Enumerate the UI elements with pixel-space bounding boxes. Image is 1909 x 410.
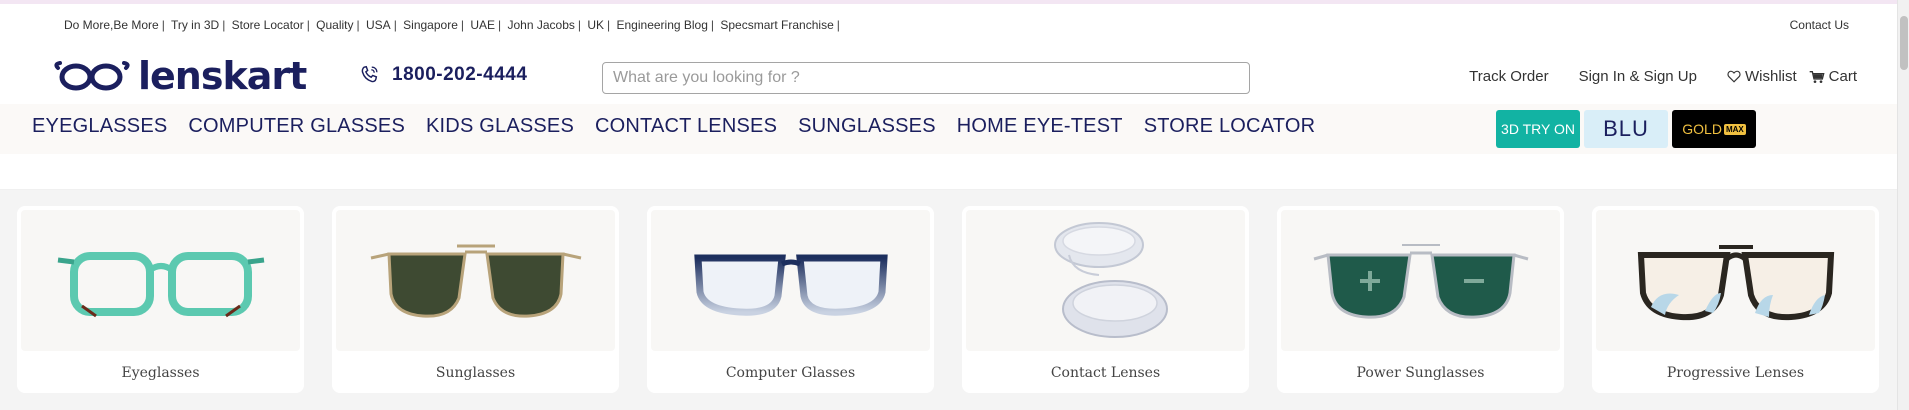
max-label: MAX bbox=[1723, 123, 1746, 135]
sunglasses-icon bbox=[370, 244, 581, 318]
search-input[interactable] bbox=[602, 62, 1250, 94]
white-band bbox=[0, 154, 1897, 190]
try-3d-badge[interactable]: 3D TRY ON bbox=[1496, 110, 1580, 148]
category-card-power-sunglasses[interactable]: Power Sunglasses bbox=[1277, 206, 1564, 393]
gold-max-badge[interactable]: GOLD MAX bbox=[1672, 110, 1756, 148]
separator: | bbox=[393, 18, 397, 32]
cart-link[interactable]: Cart bbox=[1809, 68, 1857, 85]
separator: | bbox=[607, 18, 611, 32]
separator: | bbox=[836, 18, 840, 32]
category-card-computer-glasses[interactable]: Computer Glasses bbox=[647, 206, 934, 393]
computer-glasses-icon bbox=[693, 254, 888, 316]
phone-icon bbox=[361, 65, 378, 83]
nav-item-store-locator[interactable]: STORE LOCATOR bbox=[1144, 115, 1316, 138]
computer-glasses-image bbox=[651, 210, 930, 351]
header: Do More,Be More | Try in 3D | Store Locato… bbox=[0, 4, 1897, 104]
category-card-eyeglasses[interactable]: Eyeglasses bbox=[17, 206, 304, 393]
sign-in-link[interactable]: Sign In & Sign Up bbox=[1579, 68, 1697, 85]
nav-items: EYEGLASSES COMPUTER GLASSES KIDS GLASSES… bbox=[32, 115, 1336, 138]
nav-item-sunglasses[interactable]: SUNGLASSES bbox=[798, 115, 936, 138]
blu-badge[interactable]: BLU bbox=[1584, 110, 1668, 148]
wishlist-label: Wishlist bbox=[1744, 68, 1797, 85]
nav-item-computer-glasses[interactable]: COMPUTER GLASSES bbox=[188, 115, 405, 138]
nav-item-eyeglasses[interactable]: EYEGLASSES bbox=[32, 115, 167, 138]
topbar-link-singapore[interactable]: Singapore bbox=[403, 18, 458, 32]
separator: | bbox=[356, 18, 360, 32]
progressive-lenses-icon bbox=[1637, 245, 1834, 321]
nav-item-kids-glasses[interactable]: KIDS GLASSES bbox=[426, 115, 574, 138]
separator: | bbox=[710, 18, 715, 32]
category-cards: Eyeglasses Sunglasses Computer Glasses C… bbox=[17, 206, 1907, 393]
category-label: Progressive Lenses bbox=[1666, 365, 1805, 381]
eyeglasses-icon bbox=[57, 251, 264, 317]
topbar-link-uk[interactable]: UK bbox=[587, 18, 604, 32]
contact-lenses-image bbox=[966, 210, 1245, 351]
power-sunglasses-icon bbox=[1313, 244, 1528, 319]
topbar-link-usa[interactable]: USA bbox=[366, 18, 391, 32]
heart-icon bbox=[1727, 70, 1741, 83]
lenskart-glasses-logo-icon bbox=[54, 61, 130, 91]
lenskart-logo[interactable]: lenskart bbox=[54, 54, 307, 98]
topbar-link-john-jacobs[interactable]: John Jacobs bbox=[508, 18, 575, 32]
separator: | bbox=[161, 18, 165, 32]
topbar-link-uae[interactable]: UAE bbox=[470, 18, 495, 32]
topbar-link-specsmart-franchise[interactable]: Specsmart Franchise bbox=[720, 18, 833, 32]
header-links: Track Order Sign In & Sign Up Wishlist C… bbox=[1439, 68, 1857, 85]
page-scrollbar[interactable] bbox=[1897, 0, 1909, 410]
topbar-link-quality[interactable]: Quality bbox=[316, 18, 353, 32]
topbar-link-try-3d[interactable]: Try in 3D bbox=[171, 18, 219, 32]
category-label: Sunglasses bbox=[435, 365, 516, 381]
nav-item-home-eye-test[interactable]: HOME EYE-TEST bbox=[957, 115, 1123, 138]
contact-lenses-icon bbox=[1053, 222, 1168, 338]
cart-icon bbox=[1809, 70, 1825, 83]
progressive-lenses-image bbox=[1596, 210, 1875, 351]
main-nav: EYEGLASSES COMPUTER GLASSES KIDS GLASSES… bbox=[0, 104, 1897, 154]
category-card-sunglasses[interactable]: Sunglasses bbox=[332, 206, 619, 393]
topbar-link-do-more[interactable]: Do More,Be More bbox=[64, 18, 159, 32]
power-sunglasses-image bbox=[1281, 210, 1560, 351]
category-label: Power Sunglasses bbox=[1356, 365, 1485, 381]
separator: | bbox=[306, 18, 310, 32]
logo-text: lenskart bbox=[138, 54, 307, 98]
track-order-link[interactable]: Track Order bbox=[1469, 68, 1548, 85]
eyeglasses-image bbox=[21, 210, 300, 351]
page: Do More,Be More | Try in 3D | Store Locato… bbox=[0, 0, 1909, 410]
separator: | bbox=[498, 18, 502, 32]
cart-label: Cart bbox=[1828, 68, 1857, 85]
contact-us-link[interactable]: Contact Us bbox=[1790, 18, 1849, 32]
category-label: Eyeglasses bbox=[121, 365, 200, 381]
category-card-contact-lenses[interactable]: Contact Lenses bbox=[962, 206, 1249, 393]
promo-badges: 3D TRY ON BLU GOLD MAX bbox=[1496, 110, 1760, 148]
separator: | bbox=[577, 18, 582, 32]
topbar-link-store-locator[interactable]: Store Locator bbox=[232, 18, 304, 32]
topbar-link-engineering-blog[interactable]: Engineering Blog bbox=[617, 18, 708, 32]
topbar-links: Do More,Be More | Try in 3D | Store Locato… bbox=[64, 18, 843, 32]
gold-label: GOLD bbox=[1682, 121, 1722, 137]
category-label: Computer Glasses bbox=[725, 365, 856, 381]
sunglasses-image bbox=[336, 210, 615, 351]
phone-number: 1800-202-4444 bbox=[392, 64, 528, 85]
wishlist-link[interactable]: Wishlist bbox=[1727, 68, 1797, 85]
nav-item-contact-lenses[interactable]: CONTACT LENSES bbox=[595, 115, 777, 138]
category-card-progressive-lenses[interactable]: Progressive Lenses bbox=[1592, 206, 1879, 393]
separator: | bbox=[460, 18, 464, 32]
category-label: Contact Lenses bbox=[1050, 365, 1161, 381]
phone-contact[interactable]: 1800-202-4444 bbox=[358, 64, 527, 86]
separator: | bbox=[222, 18, 226, 32]
scrollbar-thumb[interactable] bbox=[1900, 16, 1908, 70]
